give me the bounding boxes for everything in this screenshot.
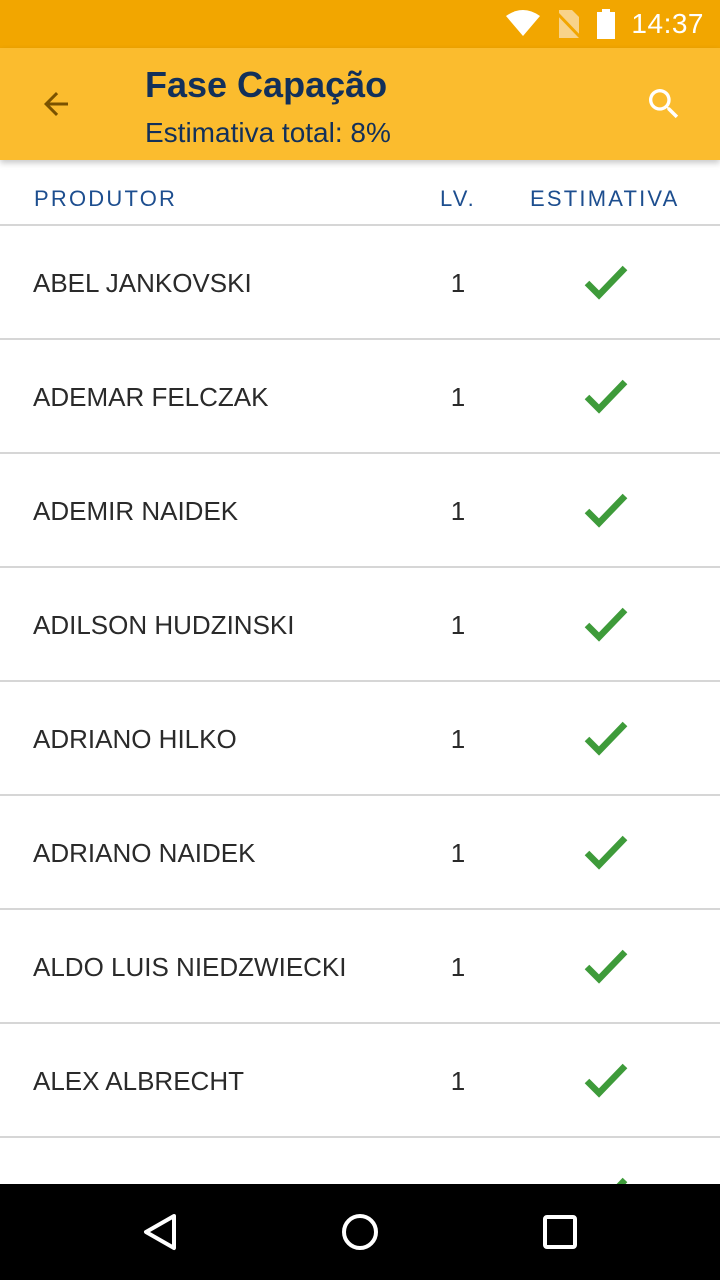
search-button[interactable]: [636, 76, 692, 132]
search-icon: [649, 89, 679, 119]
producer-name: ADEMAR FELCZAK: [33, 382, 269, 412]
header-estimativa[interactable]: ESTIMATIVA: [530, 186, 680, 212]
producer-name: ADRIANO HILKO: [33, 724, 237, 754]
producer-name: ADRIANO NAIDEK: [33, 838, 256, 868]
table-row[interactable]: ADEMIR NAIDEK 1: [0, 454, 720, 568]
app-bar: Fase Capação Estimativa total: 8%: [0, 48, 720, 160]
producer-lv: 1: [450, 610, 466, 640]
nav-recents-icon: [543, 1215, 577, 1249]
nav-back-icon: [144, 1214, 176, 1250]
producer-name: ADILSON HUDZINSKI: [33, 610, 295, 640]
status-icons: 14:37: [505, 0, 704, 48]
table-row[interactable]: ABEL JANKOVSKI 1: [0, 226, 720, 340]
table-row[interactable]: ALEX ALBRECHT 1: [0, 1024, 720, 1138]
page-title: Fase Capação: [145, 64, 388, 105]
check-icon: [584, 607, 628, 642]
producer-name: ABEL JANKOVSKI: [33, 268, 252, 298]
check-icon: [584, 949, 628, 984]
header-lv[interactable]: LV.: [426, 186, 490, 212]
system-nav-bar: [0, 1184, 720, 1280]
producer-lv: 1: [450, 1066, 466, 1096]
nav-home-icon: [342, 1214, 378, 1250]
producer-name: ALDO LUIS NIEDZWIECKI: [33, 952, 347, 982]
status-time: 14:37: [631, 8, 704, 39]
arrow-left-icon: [44, 92, 68, 116]
check-icon: [584, 265, 628, 300]
table-row[interactable]: ADRIANO NAIDEK 1: [0, 796, 720, 910]
nav-home-button[interactable]: [328, 1200, 392, 1264]
status-bar: 14:37: [0, 0, 720, 48]
producer-name: ADEMIR NAIDEK: [33, 496, 239, 526]
nav-recents-button[interactable]: [528, 1200, 592, 1264]
back-button[interactable]: [28, 76, 84, 132]
table-row[interactable]: ADEMAR FELCZAK 1: [0, 340, 720, 454]
producer-lv: 1: [450, 382, 466, 412]
check-icon: [584, 721, 628, 756]
producer-lv: 1: [450, 952, 466, 982]
no-sim-icon: [555, 10, 583, 40]
producer-name: ALEX ALBRECHT: [33, 1066, 244, 1096]
table-row[interactable]: ADRIANO HILKO 1: [0, 682, 720, 796]
producer-lv: 1: [450, 724, 466, 754]
nav-back-button[interactable]: [128, 1200, 192, 1264]
producer-lv: 1: [450, 268, 466, 298]
check-icon: [584, 379, 628, 414]
producer-list[interactable]: ABEL JANKOVSKI 1 ADEMAR FELCZAK 1 ADEMIR…: [0, 226, 720, 1252]
wifi-icon: [506, 10, 541, 36]
check-icon: [584, 835, 628, 870]
check-icon: [584, 1063, 628, 1098]
check-icon: [584, 493, 628, 528]
table-row[interactable]: ALDO LUIS NIEDZWIECKI 1: [0, 910, 720, 1024]
header-produtor[interactable]: PRODUTOR: [34, 186, 177, 212]
battery-icon: [597, 9, 616, 39]
producer-lv: 1: [450, 496, 466, 526]
estimate-total: Estimativa total: 8%: [145, 117, 391, 148]
producer-lv: 1: [450, 838, 466, 868]
table-header: PRODUTOR LV. ESTIMATIVA: [0, 160, 720, 226]
table-row[interactable]: ADILSON HUDZINSKI 1: [0, 568, 720, 682]
